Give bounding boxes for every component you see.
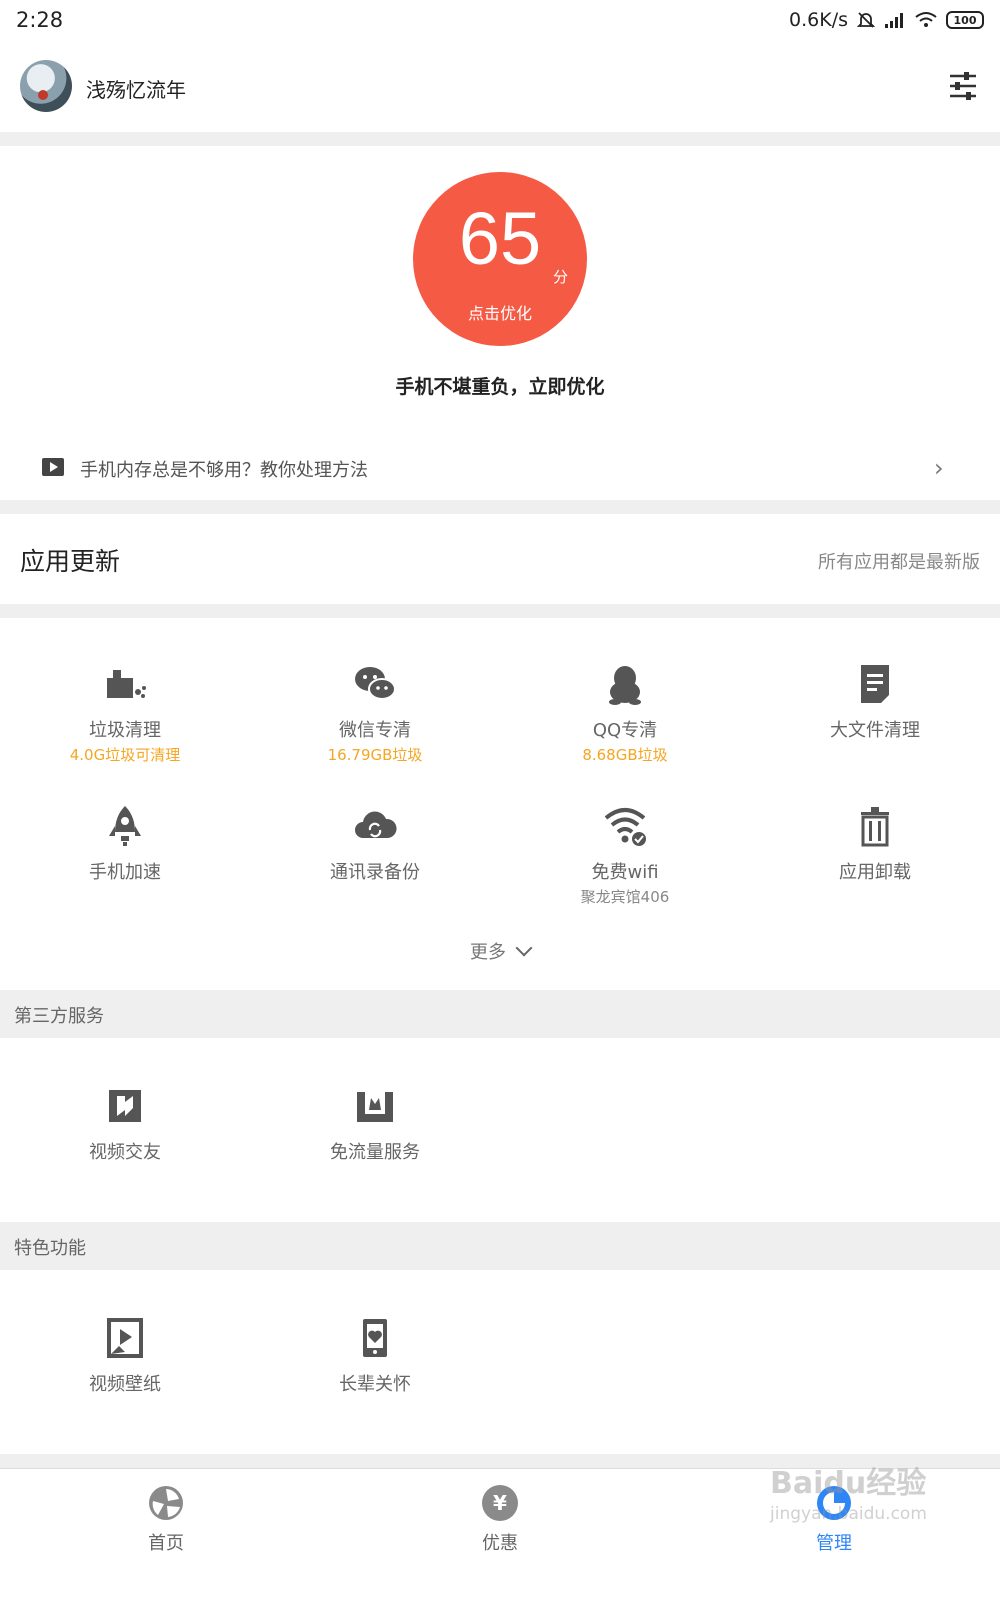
tool-sub: 聚龙宾馆406 xyxy=(580,888,670,906)
video-play-icon xyxy=(42,458,64,476)
wechat-icon xyxy=(355,667,396,700)
tool-label: 大文件清理 xyxy=(830,720,920,741)
avatar[interactable] xyxy=(20,60,72,112)
network-speed: 0.6K/s xyxy=(789,9,848,31)
tool-label: 手机加速 xyxy=(89,862,161,883)
chevron-right-icon: › xyxy=(934,454,944,482)
username[interactable]: 浅殇忆流年 xyxy=(86,74,186,103)
video-dating-icon xyxy=(109,1090,141,1122)
tool-label: 垃圾清理 xyxy=(89,720,161,741)
status-time: 2:28 xyxy=(16,8,64,32)
watermark-title: Baidu经验 xyxy=(770,1466,927,1501)
signal-icon xyxy=(885,13,903,28)
tool-label: 免流量服务 xyxy=(330,1142,420,1163)
phone-screen: 2:28 0.6K/s 100 浅殇忆流年 65 分 点击优化 手机不堪重负，立… xyxy=(0,0,1000,1600)
section-title: 第三方服务 xyxy=(14,1006,104,1027)
settings-sliders-icon[interactable] xyxy=(948,70,978,102)
tool-app-uninstall[interactable]: 应用卸载 xyxy=(750,804,1000,884)
score-unit: 分 xyxy=(553,268,569,286)
features-section: 视频壁纸 长辈关怀 xyxy=(0,1270,1000,1454)
tool-label: 免费wifi xyxy=(591,862,659,883)
service-video-dating[interactable]: 视频交友 xyxy=(0,1084,250,1164)
tool-label: 微信专清 xyxy=(339,720,411,741)
elder-care-icon xyxy=(363,1319,387,1357)
score-message: 手机不堪重负，立即优化 xyxy=(395,376,605,398)
app-update-row[interactable]: 应用更新 所有应用都是最新版 xyxy=(0,514,1000,604)
optimize-score-button[interactable]: 65 分 点击优化 xyxy=(413,172,587,346)
home-swirl-icon xyxy=(149,1486,183,1520)
more-button[interactable]: 更多 xyxy=(0,938,1000,964)
tip-text: 手机内存总是不够用？教你处理方法 xyxy=(80,460,368,481)
tool-contacts-backup[interactable]: 通讯录备份 xyxy=(250,804,500,884)
feature-video-wallpaper[interactable]: 视频壁纸 xyxy=(0,1316,250,1396)
tool-label: 通讯录备份 xyxy=(330,862,420,883)
nav-label: 首页 xyxy=(148,1533,184,1554)
tool-sub: 8.68GB垃圾 xyxy=(582,746,668,764)
qq-penguin-icon xyxy=(609,666,641,705)
mute-bell-icon xyxy=(856,12,876,28)
more-label: 更多 xyxy=(470,942,506,963)
features-header: 特色功能 xyxy=(0,1222,1000,1270)
free-data-icon xyxy=(357,1092,393,1122)
tool-free-wifi[interactable]: 免费wifi 聚龙宾馆406 xyxy=(500,804,750,907)
watermark-url: jingyan.baidu.com xyxy=(770,1504,927,1524)
status-icons: 0.6K/s 100 xyxy=(789,9,984,31)
tool-label: QQ专清 xyxy=(592,720,658,741)
tool-sub: 4.0G垃圾可清理 xyxy=(69,746,181,764)
tool-label: 视频壁纸 xyxy=(89,1374,161,1395)
tool-junk-clean[interactable]: 垃圾清理 4.0G垃圾可清理 xyxy=(0,662,250,765)
score-card: 65 分 点击优化 手机不堪重负，立即优化 手机内存总是不够用？教你处理方法 › xyxy=(0,146,1000,500)
optimize-action-label: 点击优化 xyxy=(467,304,532,323)
document-icon xyxy=(861,665,889,703)
chevron-down-icon xyxy=(515,939,533,957)
broom-icon xyxy=(107,670,146,698)
app-header: 浅殇忆流年 xyxy=(0,44,1000,132)
rocket-icon xyxy=(109,806,141,846)
section-title: 特色功能 xyxy=(14,1238,86,1259)
status-bar: 2:28 0.6K/s 100 xyxy=(0,0,1000,44)
yen-coin-icon: ¥ xyxy=(482,1485,518,1521)
feature-elder-care[interactable]: 长辈关怀 xyxy=(250,1316,500,1396)
score-value: 65 xyxy=(458,197,542,280)
wifi-icon xyxy=(915,12,937,27)
third-party-section: 视频交友 免流量服务 xyxy=(0,1038,1000,1222)
cloud-sync-icon xyxy=(355,811,397,838)
tool-phone-boost[interactable]: 手机加速 xyxy=(0,804,250,884)
tools-grid: 垃圾清理 4.0G垃圾可清理 微信专清 16.79GB垃圾 QQ专清 8.68G… xyxy=(0,618,1000,990)
app-update-title: 应用更新 xyxy=(20,547,121,576)
tool-label: 长辈关怀 xyxy=(339,1374,411,1395)
tool-qq-clean[interactable]: QQ专清 8.68GB垃圾 xyxy=(500,662,750,765)
service-free-data[interactable]: 免流量服务 xyxy=(250,1084,500,1164)
nav-offers[interactable]: ¥ 优惠 xyxy=(440,1485,560,1555)
tool-wechat-clean[interactable]: 微信专清 16.79GB垃圾 xyxy=(250,662,500,765)
nav-home[interactable]: 首页 xyxy=(106,1485,226,1555)
battery-icon: 100 xyxy=(946,11,984,29)
nav-label: 优惠 xyxy=(482,1533,518,1554)
tool-label: 视频交友 xyxy=(89,1142,161,1163)
tool-sub: 16.79GB垃圾 xyxy=(327,746,423,764)
app-update-status: 所有应用都是最新版 xyxy=(818,552,980,573)
tip-row[interactable]: 手机内存总是不够用？教你处理方法 › xyxy=(0,446,1000,490)
third-party-header: 第三方服务 xyxy=(0,990,1000,1038)
baidu-watermark: Baidu经验 jingyan.baidu.com xyxy=(770,1458,970,1558)
tool-label: 应用卸载 xyxy=(839,862,911,883)
video-wallpaper-icon xyxy=(107,1318,143,1358)
tool-large-file-clean[interactable]: 大文件清理 xyxy=(750,662,1000,742)
wifi-check-icon xyxy=(604,808,646,846)
trash-icon xyxy=(861,807,889,847)
